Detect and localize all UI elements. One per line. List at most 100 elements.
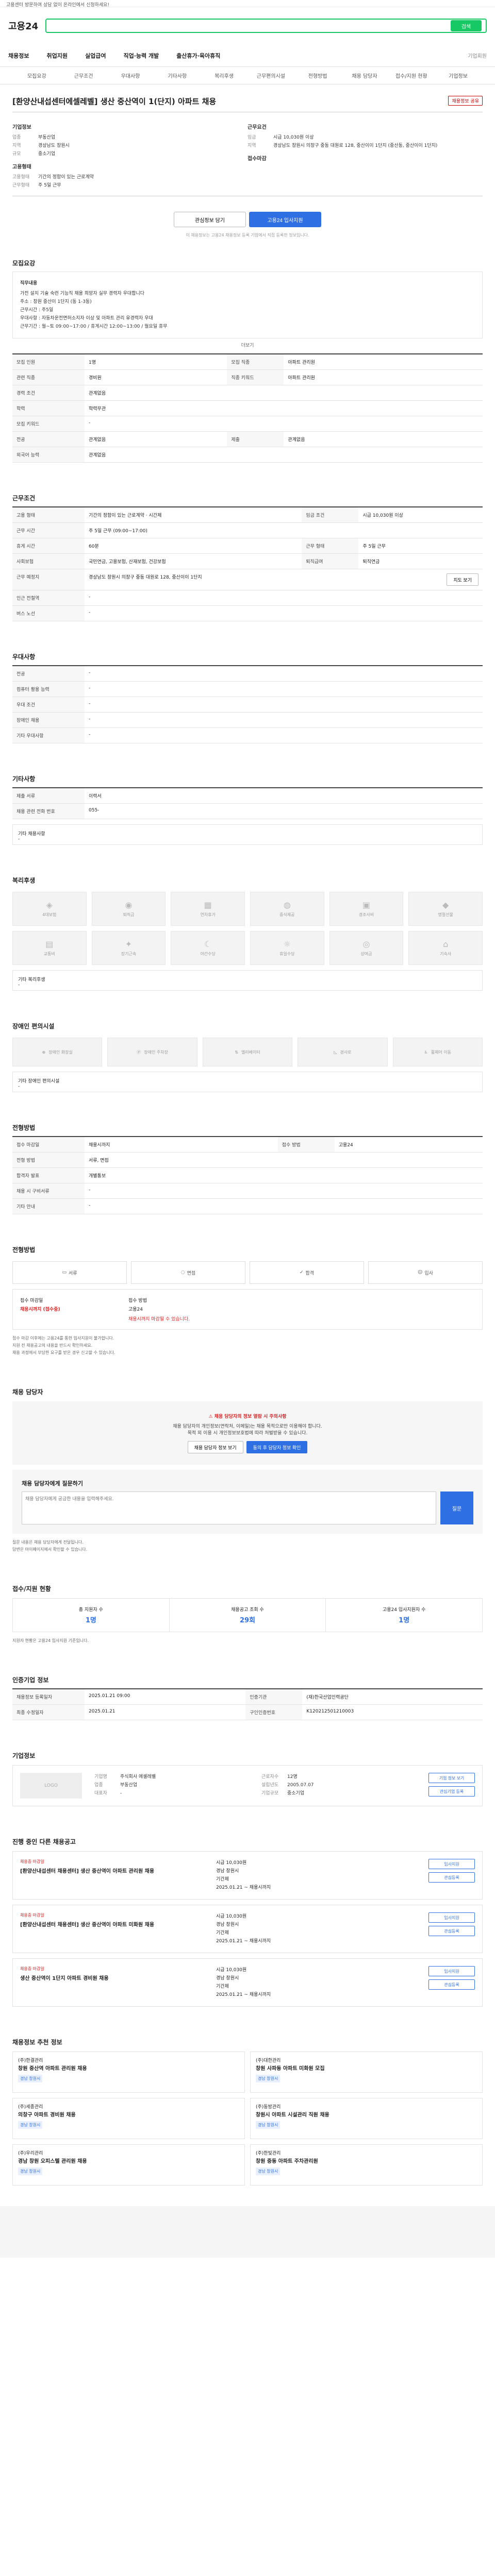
search-input[interactable]: [51, 22, 451, 29]
interest-button[interactable]: 관심정보 담기: [174, 212, 246, 227]
tab-item[interactable]: 채용 담당자: [341, 72, 388, 79]
cell-value: 이력서: [85, 788, 483, 804]
nav-item[interactable]: 출산휴가·육아휴직: [176, 52, 220, 60]
procedure-step: ▭ 서류: [12, 1261, 127, 1284]
cell-key: 컴퓨터 활용 능력: [12, 681, 85, 697]
medal-icon: ✦: [125, 939, 133, 949]
welfare-tile: ◆ 명절선물: [408, 892, 483, 926]
nav-item[interactable]: 채용정보: [8, 52, 29, 60]
more-button[interactable]: 더보기: [12, 342, 483, 348]
job-apply-button[interactable]: 입사지원: [428, 1966, 475, 1976]
nav-item[interactable]: 취업지원: [46, 52, 67, 60]
map-button[interactable]: 지도 보기: [447, 573, 478, 586]
nav-item[interactable]: 직업·능력 개발: [123, 52, 159, 60]
send-question-button[interactable]: 질문: [440, 1492, 473, 1524]
sun-icon: ☼: [283, 939, 291, 949]
tab-item[interactable]: 우대사항: [107, 72, 154, 79]
recommend-card[interactable]: (주)우리관리 경남 창원 오피스텔 관리원 채용 경남 창원시: [12, 2144, 245, 2185]
recommend-card[interactable]: (주)동방관리 창원시 아파트 시설관리 직원 채용 경남 창원시: [250, 2098, 483, 2139]
other-job-card[interactable]: 채용중 마감일 [환양산내섭센터 채용센터] 생산 중산역이 아파트 관리원 채…: [12, 1851, 483, 1900]
welfare-label: 장기근속: [121, 952, 137, 956]
nav-company-member[interactable]: 기업회원: [468, 52, 487, 59]
facility-grid: ⊕ 장애인 화장실 Ⓟ 장애인 주차장 ⇅ 엘리베이터 ◺ 경사로 ♿ 휠체어 이동: [12, 1038, 483, 1066]
rec-title[interactable]: 의창구 아파트 경비원 채용: [18, 2111, 239, 2119]
apply-label: 접수 마감일: [20, 1298, 43, 1303]
job-interest-button[interactable]: 관심등록: [428, 1979, 475, 1990]
cell-key: 외국어 능력: [12, 447, 85, 463]
note-item: 질문 내용은 채용 담당자에게 전달됩니다.: [12, 1540, 84, 1545]
recommend-card[interactable]: (주)한결관리 창원 중산역 아파트 관리원 채용 경남 창원시: [12, 2052, 245, 2093]
welfare-label: 휴일수당: [279, 952, 295, 956]
cell-key: 채용정보 등록일자: [12, 1689, 85, 1705]
tab-item[interactable]: 접수/지원 현황: [388, 72, 435, 79]
cell-key: 전공: [12, 431, 85, 447]
facility-tile: ⊕ 장애인 화장실: [12, 1038, 103, 1066]
etc-extra-value: -: [18, 837, 20, 842]
job-apply-button[interactable]: 입사지원: [428, 1859, 475, 1869]
job-card-title[interactable]: [환양산내섭센터 채용센터] 생산 중산역이 아파트 미화원 채용: [20, 1920, 206, 1928]
cell-key: 모집 인원: [12, 354, 85, 370]
cell-key: 근무 예정지: [12, 569, 85, 590]
recommend-card[interactable]: (주)한빛관리 창원 중동 아파트 주차관리원 경남 창원시: [250, 2144, 483, 2185]
section-title: 채용 담당자: [12, 1388, 43, 1396]
wheelchair-icon: ♿: [424, 1049, 428, 1055]
company-interest-button[interactable]: 관심기업 등록: [428, 1786, 475, 1797]
note-item: 채용 과정에서 부당한 요구를 받은 경우 신고할 수 있습니다.: [12, 1350, 116, 1355]
tab-item[interactable]: 전형방법: [294, 72, 341, 79]
facility-label: 장애인 주차장: [144, 1049, 168, 1055]
view-contact-button[interactable]: 채용 담당자 정보 보기: [187, 1441, 243, 1453]
cell-value: -: [85, 666, 483, 682]
company-logo: LOGO: [20, 1773, 82, 1799]
condition-label: 고용형태: [12, 164, 31, 170]
rec-title[interactable]: 경남 창원 오피스텔 관리원 채용: [18, 2158, 239, 2165]
tab-item[interactable]: 근무조건: [60, 72, 107, 79]
rec-title[interactable]: 창원 중동 아파트 주차관리원: [256, 2158, 477, 2165]
cell-value: 경비원: [85, 369, 227, 385]
company-info-button[interactable]: 기업 정보 보기: [428, 1773, 475, 1783]
apply-button[interactable]: 고용24 입사지원: [249, 212, 321, 227]
recommend-card[interactable]: (주)대한관리 창원 사파동 아파트 미화원 모집 경남 창원시: [250, 2052, 483, 2093]
cell-value: 주 5일 근무: [358, 538, 483, 554]
tab-item[interactable]: 모집요강: [13, 72, 60, 79]
kv-value: 경상남도 창원시 의창구 중동 대원로 128, 중산이이 1단지 (중산동, …: [273, 143, 438, 148]
tab-item[interactable]: 기업정보: [435, 72, 482, 79]
job-interest-button[interactable]: 관심등록: [428, 1926, 475, 1936]
procedure-notes: 접수 마감 이후에는 고용24를 통한 입사지원이 불가합니다. 지원 전 채용…: [12, 1335, 483, 1357]
job-apply-button[interactable]: 입사지원: [428, 1912, 475, 1923]
tab-item[interactable]: 기타사항: [154, 72, 201, 79]
job-card-pay: 시급 10,030원: [216, 1968, 247, 1973]
cell-value: -: [85, 697, 483, 713]
recommend-card[interactable]: (주)세종관리 의창구 아파트 경비원 채용 경남 창원시: [12, 2098, 245, 2139]
cell-key: 근무 시간: [12, 522, 85, 538]
moon-icon: ☾: [204, 939, 212, 949]
agree-contact-button[interactable]: 동의 후 담당자 정보 확인: [246, 1441, 308, 1453]
question-input[interactable]: [22, 1492, 436, 1524]
other-job-card[interactable]: 채용중 마감일 생산 중산역이 1단지 아파트 경비원 채용 시급 10,030…: [12, 1958, 483, 2007]
share-button[interactable]: 채용정보 공유: [448, 96, 483, 106]
other-job-card[interactable]: 채용중 마감일 [환양산내섭센터 채용센터] 생산 중산역이 아파트 미화원 채…: [12, 1905, 483, 1953]
tab-item[interactable]: 복리후생: [201, 72, 248, 79]
deadline-label: 접수마감: [248, 156, 267, 162]
rec-title[interactable]: 창원 사파동 아파트 미화원 모집: [256, 2065, 477, 2073]
kv-value: 시급 10,030원 이상: [273, 135, 314, 140]
job-card-title[interactable]: [환양산내섭센터 채용센터] 생산 중산역이 아파트 관리원 채용: [20, 1867, 206, 1874]
recruit-table: 모집 인원 1명 모집 직종 아파트 관리원 관련 직종 경비원 직종 키워드 아파트 관리…: [12, 353, 483, 463]
rec-title[interactable]: 창원시 아파트 시설관리 직원 채용: [256, 2111, 477, 2119]
etc-table: 제출 서류 이력서 채용 관련 전화 번호 055-: [12, 787, 483, 819]
job-badge: 채용중 마감일: [20, 1859, 44, 1864]
search-button[interactable]: 검색: [451, 20, 482, 31]
site-logo[interactable]: 고용24: [8, 19, 38, 32]
nav-item[interactable]: 실업급여: [85, 52, 106, 60]
step-label: 입사: [424, 1270, 433, 1276]
job-interest-button[interactable]: 관심등록: [428, 1872, 475, 1883]
job-card-title[interactable]: 생산 중산역이 1단지 아파트 경비원 채용: [20, 1974, 206, 1981]
welfare-extra-value: -: [18, 982, 20, 988]
section-title: 채용정보 추천 정보: [12, 2039, 62, 2046]
welfare-label: 교통비: [43, 952, 55, 956]
rec-title[interactable]: 창원 중산역 아파트 관리원 채용: [18, 2065, 239, 2073]
tab-item[interactable]: 근무편의시설: [248, 72, 294, 79]
welfare-label: 상여금: [360, 952, 372, 956]
desc-line: 근무시간 : 주5일: [20, 308, 54, 313]
company-label: 기업정보: [12, 125, 31, 130]
facility-label: 엘리베이터: [241, 1049, 260, 1055]
